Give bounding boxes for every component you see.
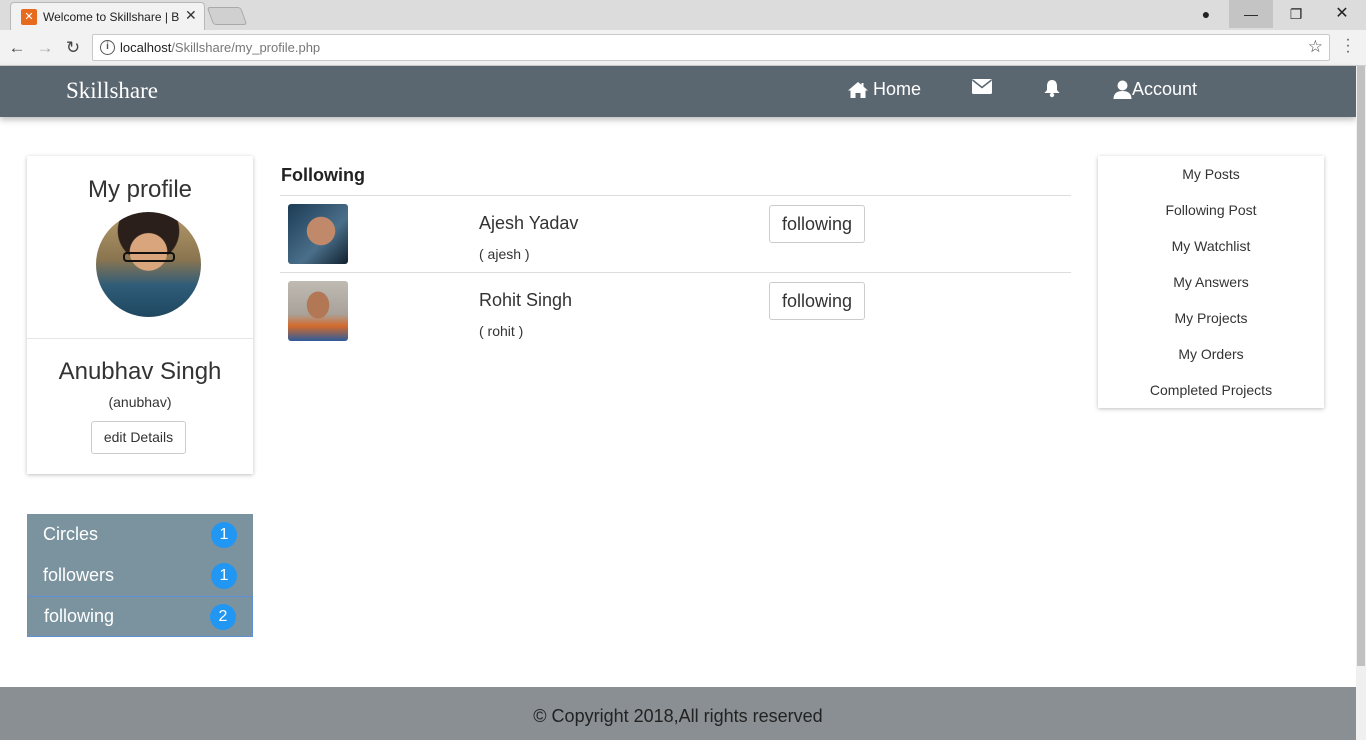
envelope-icon [972,79,992,94]
stat-following[interactable]: following 2 [27,596,253,637]
table-row: Rohit Singh ( rohit ) following [280,273,1071,350]
info-icon[interactable]: i [100,40,115,55]
stat-circles[interactable]: Circles 1 [27,514,253,555]
back-arrow-icon[interactable]: ← [6,37,28,59]
profile-icon[interactable]: ● [1184,0,1228,28]
menu-item-following-post[interactable]: Following Post [1098,201,1324,237]
url-path: /Skillshare/my_profile.php [171,40,321,55]
bell-icon [1044,80,1060,98]
browser-tab-strip: ✕ Welcome to Skillshare | B ✕ ● — ❐ ✕ [0,0,1366,30]
profile-username: (anubhav) [108,394,172,410]
profile-heading: My profile [87,176,193,203]
restore-icon[interactable]: ❐ [1274,0,1318,28]
stat-label: followers [43,565,115,585]
following-button[interactable]: following [769,205,865,243]
stat-label: Circles [43,524,99,544]
menu-item-my-answers[interactable]: My Answers [1098,273,1324,309]
user-thumbnail[interactable] [288,281,348,341]
profile-card: My profile Anubhav Singh (anubhav) edit … [27,156,253,474]
following-table: Ajesh Yadav ( ajesh ) following Rohit Si… [280,195,1071,350]
profile-menu-card: My Posts Following Post My Watchlist My … [1098,156,1324,408]
user-icon [1113,80,1132,99]
nav-account-label: Account [1132,79,1198,99]
menu-item-completed-projects[interactable]: Completed Projects [1098,381,1324,417]
tab-title: Welcome to Skillshare | B [43,10,180,24]
following-title: Following [281,165,365,185]
url-text[interactable]: localhost/Skillshare/my_profile.php [120,40,320,55]
nav-home-label: Home [873,79,922,99]
following-button[interactable]: following [769,282,865,320]
bookmark-star-icon[interactable]: ☆ [1308,37,1323,57]
brand-logo[interactable]: Skillshare [66,78,158,104]
divider [27,338,253,339]
menu-item-my-projects[interactable]: My Projects [1098,309,1324,345]
stat-followers[interactable]: followers 1 [27,555,253,596]
new-tab-button[interactable] [206,7,248,25]
user-handle: ( rohit ) [479,323,524,339]
window-close-icon[interactable]: ✕ [1320,0,1364,28]
copyright-text: © Copyright 2018,All rights reserved [533,706,823,726]
nav-messages-link[interactable] [972,79,992,94]
edit-details-button[interactable]: edit Details [91,421,186,454]
menu-item-my-watchlist[interactable]: My Watchlist [1098,237,1324,273]
profile-name: Anubhav Singh [58,358,222,385]
xampp-favicon-icon: ✕ [21,9,37,25]
count-badge: 1 [211,563,237,589]
user-thumbnail[interactable] [288,204,348,264]
nav-notifications-link[interactable] [1043,79,1061,98]
home-icon [848,81,868,98]
avatar [96,212,201,317]
count-badge: 2 [210,604,236,630]
user-name[interactable]: Rohit Singh [479,290,572,311]
scrollbar-thumb[interactable] [1357,66,1365,666]
avatar-glasses [123,252,175,262]
url-host: localhost [120,40,172,55]
page-scrollbar[interactable] [1356,66,1366,740]
menu-item-my-orders[interactable]: My Orders [1098,345,1324,381]
table-row: Ajesh Yadav ( ajesh ) following [280,196,1071,273]
nav-home-link[interactable]: Home [847,79,921,100]
nav-account-link[interactable]: Account [1113,79,1197,100]
stat-label: following [44,606,115,626]
site-navbar: Skillshare Home Account [0,66,1356,117]
browser-tab[interactable]: ✕ Welcome to Skillshare | B ✕ [10,2,205,30]
social-stats-list: Circles 1 followers 1 following 2 [27,514,253,637]
site-footer: © Copyright 2018,All rights reserved [0,687,1356,740]
menu-item-my-posts[interactable]: My Posts [1098,165,1324,201]
forward-arrow-icon[interactable]: → [34,37,56,59]
minimize-icon[interactable]: — [1229,0,1273,28]
user-name[interactable]: Ajesh Yadav [479,213,578,234]
close-tab-icon[interactable]: ✕ [185,7,197,24]
address-bar[interactable]: i localhost/Skillshare/my_profile.php ☆ [92,34,1330,61]
profile-menu: My Posts Following Post My Watchlist My … [1098,165,1324,417]
browser-menu-icon[interactable]: · · · [1342,32,1354,60]
count-badge: 1 [211,522,237,548]
reload-icon[interactable]: ↻ [62,37,84,59]
browser-toolbar: ← → ↻ i localhost/Skillshare/my_profile.… [0,30,1366,66]
user-handle: ( ajesh ) [479,246,530,262]
